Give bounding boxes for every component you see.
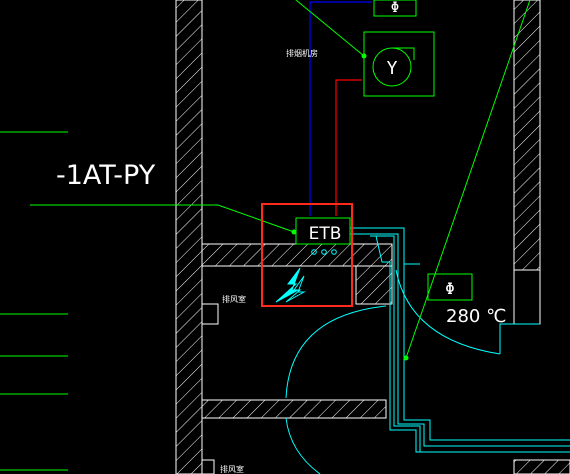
fire-damper-temp-label: 280 ℃ (446, 306, 506, 327)
etb-label: ETB (309, 224, 342, 244)
room-label-upper: 排风室 (222, 294, 246, 304)
room-label-lower: 排风室 (220, 464, 244, 474)
left-wall (175, 0, 203, 474)
fan-symbol: Y (387, 58, 398, 79)
exhaust-fan-room-label: 排烟机房 (286, 48, 318, 58)
fire-damper-icon-right: Φ (427, 273, 473, 301)
red-wire (335, 79, 362, 216)
door-swing (285, 305, 387, 474)
cad-drawing: Φ Y ETB Φ -1AT-PY 排烟机房 280 ℃ 排风室 排风室 (0, 0, 570, 474)
cad-drawing-canvas: Φ Y ETB Φ -1AT-PY 排烟机房 280 ℃ 排风室 排风室 (0, 0, 570, 474)
blue-wire (309, 1, 372, 216)
fire-damper-icon-top: Φ (373, 0, 417, 17)
wall-stub-1 (201, 303, 219, 325)
centrifugal-fan-icon: Y (363, 31, 435, 97)
damper-symbol-right: Φ (445, 279, 455, 298)
damper-symbol-top: Φ (391, 0, 399, 16)
right-wall (513, 0, 541, 325)
leader-dot-lower (403, 355, 409, 361)
wall-stub-2 (201, 459, 215, 474)
lightning-bolt-icon (275, 267, 306, 303)
equipment-tag-label: -1AT-PY (56, 160, 156, 191)
